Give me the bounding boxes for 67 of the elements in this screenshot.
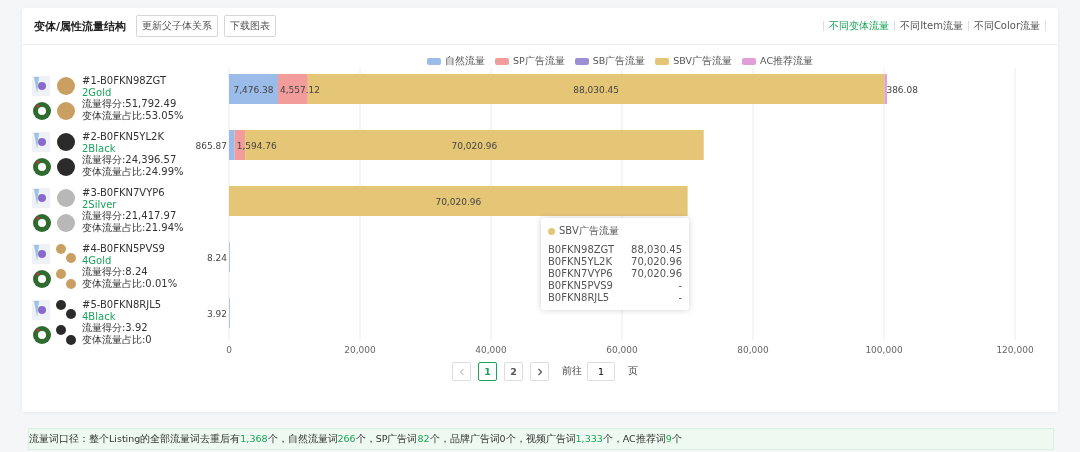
- product-asin[interactable]: #4-B0FKN5PVS9: [82, 243, 178, 255]
- tooltip-label: B0FKN8RJL5: [548, 292, 610, 304]
- variant-name: 4Gold: [82, 254, 113, 266]
- page-input[interactable]: 1: [587, 362, 615, 381]
- tooltip-value: -: [678, 292, 682, 304]
- data-label: 3.92: [206, 308, 227, 319]
- traffic-share: 变体流量占比:24.99%: [82, 165, 184, 177]
- data-label: 7,476.38: [233, 84, 274, 95]
- legend-item[interactable]: SP广告流量: [494, 55, 565, 68]
- traffic-score: 流量得分:21,417.97: [82, 210, 178, 222]
- traffic-score: 流量得分:8.24: [82, 266, 149, 278]
- header-button[interactable]: 更新父子体关系: [136, 15, 219, 37]
- tooltip-value: 88,030.45: [631, 244, 682, 256]
- data-label: 386.08: [886, 84, 918, 95]
- tooltip-value: -: [678, 280, 682, 292]
- variant-name: 2Gold: [82, 86, 113, 98]
- data-label: 70,020.96: [435, 196, 482, 207]
- product-asin[interactable]: #1-B0FKN98ZGT: [82, 75, 184, 87]
- variant-name: 4Black: [82, 310, 117, 322]
- traffic-score: 流量得分:3.92: [82, 322, 149, 334]
- axis-tick-label: 0: [226, 345, 232, 355]
- traffic-share: 变体流量占比:53.05%: [82, 109, 184, 121]
- keyword-summary: 流量词口径：整个Listing的全部流量词去重后有1,368个，自然流量词266个，SP广告词 82个，品牌广告词0个，视频广告词1,333个，AC推荐词9个: [28, 428, 1054, 450]
- data-label: 88,030.45: [573, 84, 620, 95]
- product-asin[interactable]: #5-B0FKN8RJL5: [82, 299, 162, 311]
- tooltip-label: B0FKN5YL2K: [548, 256, 612, 268]
- page-button[interactable]: 2: [504, 362, 523, 381]
- section-title: 变体/属性流量结构: [34, 18, 127, 34]
- tooltip-title: SBV广告流量: [559, 224, 619, 238]
- product-asin[interactable]: #2-B0FKN5YL2K: [82, 131, 184, 143]
- next-page-button[interactable]: [530, 362, 549, 381]
- variant-name: 2Black: [82, 142, 117, 154]
- view-tab[interactable]: 不同Item流量: [900, 19, 963, 33]
- traffic-score: 流量得分:24,396.57: [82, 154, 178, 166]
- data-label: 8.24: [206, 252, 227, 263]
- axis-tick-label: 120,000: [996, 345, 1034, 355]
- axis-tick-label: 40,000: [475, 345, 507, 355]
- traffic-share: 变体流量占比:21.94%: [82, 221, 184, 233]
- axis-tick-label: 100,000: [865, 345, 903, 355]
- bar-segment[interactable]: [229, 74, 278, 104]
- goto-label: 前往: [562, 365, 582, 378]
- traffic-share: 变体流量占比:0.01%: [82, 277, 178, 289]
- data-label: 70,020.96: [451, 140, 498, 151]
- chevron-left-icon: [457, 367, 466, 376]
- tooltip-value: 70,020.96: [631, 256, 682, 268]
- traffic-share: 变体流量占比:0: [82, 333, 153, 345]
- traffic-score: 流量得分:51,792.49: [82, 98, 178, 110]
- axis-tick-label: 20,000: [344, 345, 376, 355]
- tooltip-value: 70,020.96: [631, 268, 682, 280]
- axis-tick-label: 60,000: [606, 345, 638, 355]
- data-label: 865.87: [195, 140, 227, 151]
- tooltip-label: B0FKN5PVS9: [548, 280, 613, 292]
- tooltip-label: B0FKN98ZGT: [548, 244, 615, 256]
- axis-tick-label: 80,000: [737, 345, 769, 355]
- page-unit-label: 页: [628, 365, 638, 378]
- chevron-right-icon: [535, 367, 544, 376]
- tooltip-label: B0FKN7VYP6: [548, 268, 613, 280]
- product-asin[interactable]: #3-B0FKN7VYP6: [82, 187, 184, 199]
- data-label: 1,594.76: [236, 140, 277, 151]
- legend-item[interactable]: SB广告流量: [574, 55, 646, 68]
- legend-item[interactable]: AC推荐流量: [742, 55, 814, 68]
- data-label: 4,557.12: [279, 84, 321, 95]
- legend-item[interactable]: SBV广告流量: [655, 55, 733, 68]
- view-tab[interactable]: 不同Color流量: [973, 19, 1040, 33]
- header-button[interactable]: 下载图表: [224, 15, 277, 37]
- legend-item[interactable]: 自然流量: [426, 55, 485, 68]
- variant-name: 2Silver: [82, 198, 118, 210]
